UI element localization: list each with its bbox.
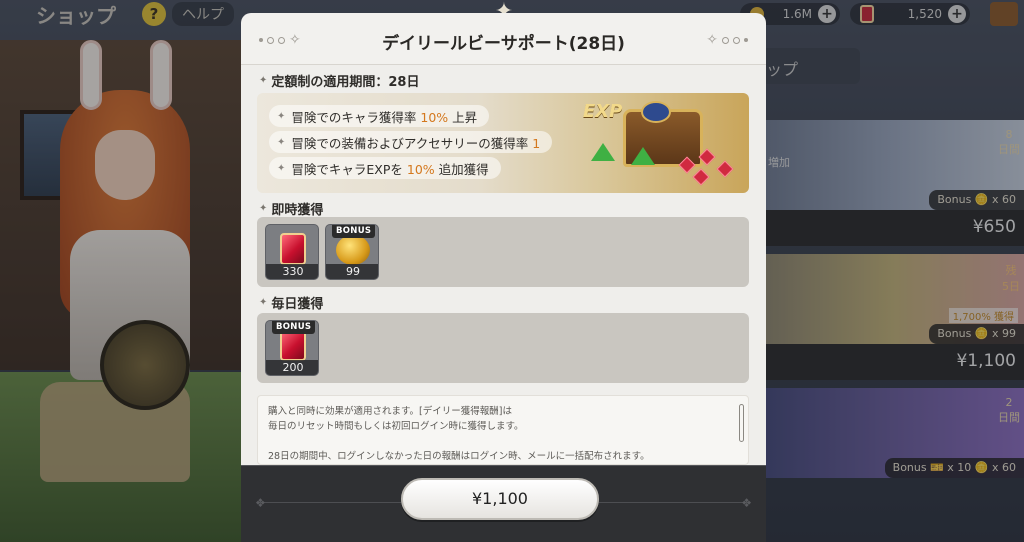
reward-item[interactable]: BONUS 99 (325, 224, 379, 280)
note-line: 購入と同時に効果が適用されます。[デイリー獲得報酬]は (268, 406, 512, 417)
modal-header: ✧ デイリールビーサポート(28日) ✧ (241, 13, 766, 65)
sparkle-icon: ✦ (259, 75, 268, 86)
note-line (268, 434, 738, 449)
bonus-tag: BONUS (332, 225, 376, 238)
reward-item[interactable]: 330 (265, 224, 319, 280)
note-line: 毎日のリセット時間もしくは初回ログイン時に獲得します。 (268, 421, 524, 432)
perk-suffix: 上昇 (448, 109, 478, 125)
treasure-chest-icon: EXP (571, 99, 741, 187)
period-text: 定額制の適用期間：28日 (271, 75, 420, 90)
terms-notes[interactable]: 購入と同時に効果が適用されます。[デイリー獲得報酬]は 毎日のリセット時間もしく… (257, 395, 749, 465)
perk-text: 冒険でのキャラ獲得率 (291, 109, 421, 125)
perk-text: 冒険での装備およびアクセサリーの獲得率 (291, 135, 533, 151)
perk-value: 1 (532, 135, 541, 151)
perk-item: ✦ 冒険でのキャラ獲得率 10% 上昇 (269, 105, 490, 127)
sparkle-icon: ✦ (259, 203, 268, 214)
ruby-icon (692, 168, 710, 186)
notes-scrollbar[interactable] (739, 404, 744, 442)
sparkle-icon: ✦ (277, 110, 286, 122)
perk-item: ✦ 冒険でキャラEXPを 10% 追加獲得 (269, 157, 501, 179)
up-arrow-icon (631, 147, 655, 165)
purchase-modal: ✦ ✧ デイリールビーサポート(28日) ✧ ✦ 定額制の適用期間：28日 ✦ … (241, 0, 766, 542)
perk-text: 冒険でキャラEXPを (291, 161, 407, 177)
ruby-icon (716, 160, 734, 178)
perk-item: ✦ 冒険での装備およびアクセサリーの獲得率 1 (269, 131, 553, 153)
note-line: 28日の期間中、ログインしなかった日の報酬はログイン時、メールに一括配布されます… (268, 451, 650, 462)
instant-label: ✦ 即時獲得 (259, 199, 323, 218)
instant-text: 即時獲得 (271, 203, 324, 218)
up-arrow-icon (591, 143, 615, 161)
sparkle-icon: ✦ (259, 297, 268, 308)
modal-body: ✦ 定額制の適用期間：28日 ✦ 冒険でのキャラ獲得率 10% 上昇 ✦ 冒険で… (241, 65, 766, 465)
perk-banner: ✦ 冒険でのキャラ獲得率 10% 上昇 ✦ 冒険での装備およびアクセサリーの獲得… (257, 93, 749, 193)
instant-rewards-panel: 330 BONUS 99 (257, 217, 749, 287)
daily-text: 毎日獲得 (271, 297, 324, 312)
exp-label: EXP (583, 101, 623, 122)
bonus-tag: BONUS (272, 321, 316, 334)
perk-value: 10% (420, 109, 449, 125)
period-label: ✦ 定額制の適用期間：28日 (259, 71, 419, 90)
header-ornament-right: ✧ (706, 33, 748, 47)
reward-qty: 330 (266, 264, 318, 279)
modal-title: デイリールビーサポート(28日) (382, 34, 625, 54)
reward-qty: 99 (326, 264, 378, 279)
daily-label: ✦ 毎日獲得 (259, 293, 323, 312)
ruby-gem-icon (280, 233, 306, 265)
sparkle-icon: ✦ (277, 136, 286, 148)
reward-item[interactable]: BONUS 200 (265, 320, 319, 376)
purchase-button[interactable]: ¥1,100 (401, 478, 599, 520)
chest-gem (641, 101, 671, 123)
footer-ornament-left: ❖ (255, 496, 266, 510)
perk-value: 10% (406, 161, 435, 177)
reward-qty: 200 (266, 360, 318, 375)
sparkle-icon: ✦ (277, 162, 286, 174)
daily-rewards-panel: BONUS 200 (257, 313, 749, 383)
footer-ornament-right: ❖ (741, 496, 752, 510)
perk-suffix: 追加獲得 (434, 161, 489, 177)
gold-pile-icon (336, 235, 370, 265)
modal-footer: ❖ ❖ ¥1,100 (241, 465, 766, 542)
